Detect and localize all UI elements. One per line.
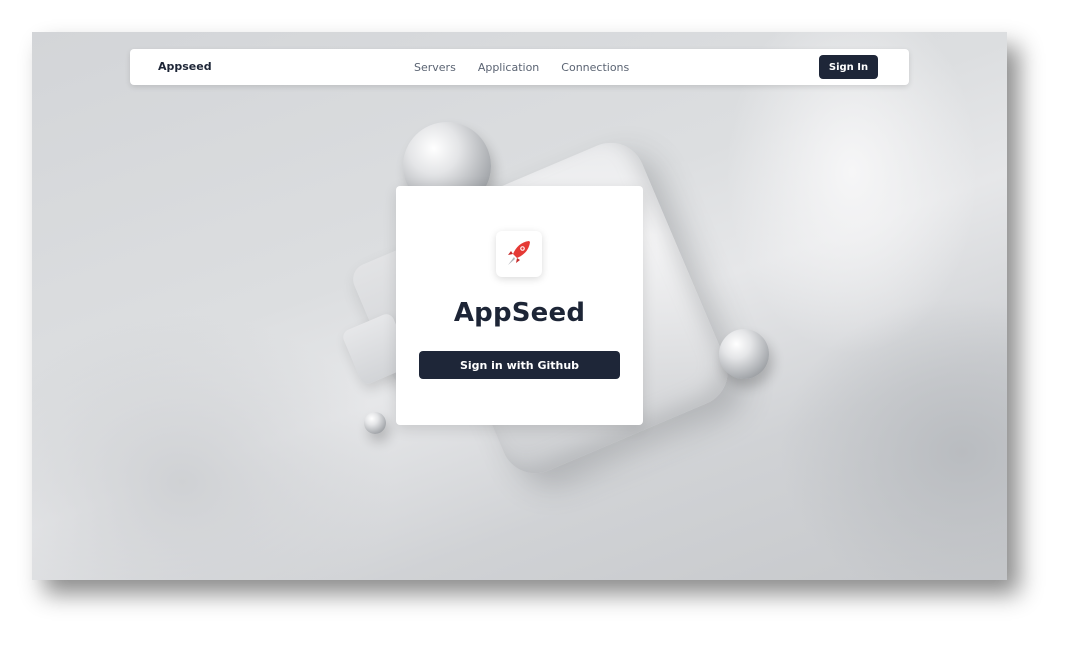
nav-links: Servers Application Connections: [414, 49, 629, 85]
decorative-sphere-medium: [719, 329, 769, 379]
login-card: AppSeed Sign in with Github: [396, 186, 643, 425]
sign-in-button[interactable]: Sign In: [819, 55, 878, 79]
github-signin-button[interactable]: Sign in with Github: [419, 351, 620, 379]
app-logo: [496, 231, 542, 277]
nav-link-servers[interactable]: Servers: [414, 61, 456, 74]
nav-link-application[interactable]: Application: [478, 61, 539, 74]
rocket-icon: [508, 241, 530, 265]
nav-link-connections[interactable]: Connections: [561, 61, 629, 74]
top-navbar: Appseed Servers Application Connections …: [130, 49, 909, 85]
decorative-sphere-small: [364, 412, 386, 434]
app-title: AppSeed: [453, 298, 586, 328]
brand-link[interactable]: Appseed: [158, 49, 212, 85]
